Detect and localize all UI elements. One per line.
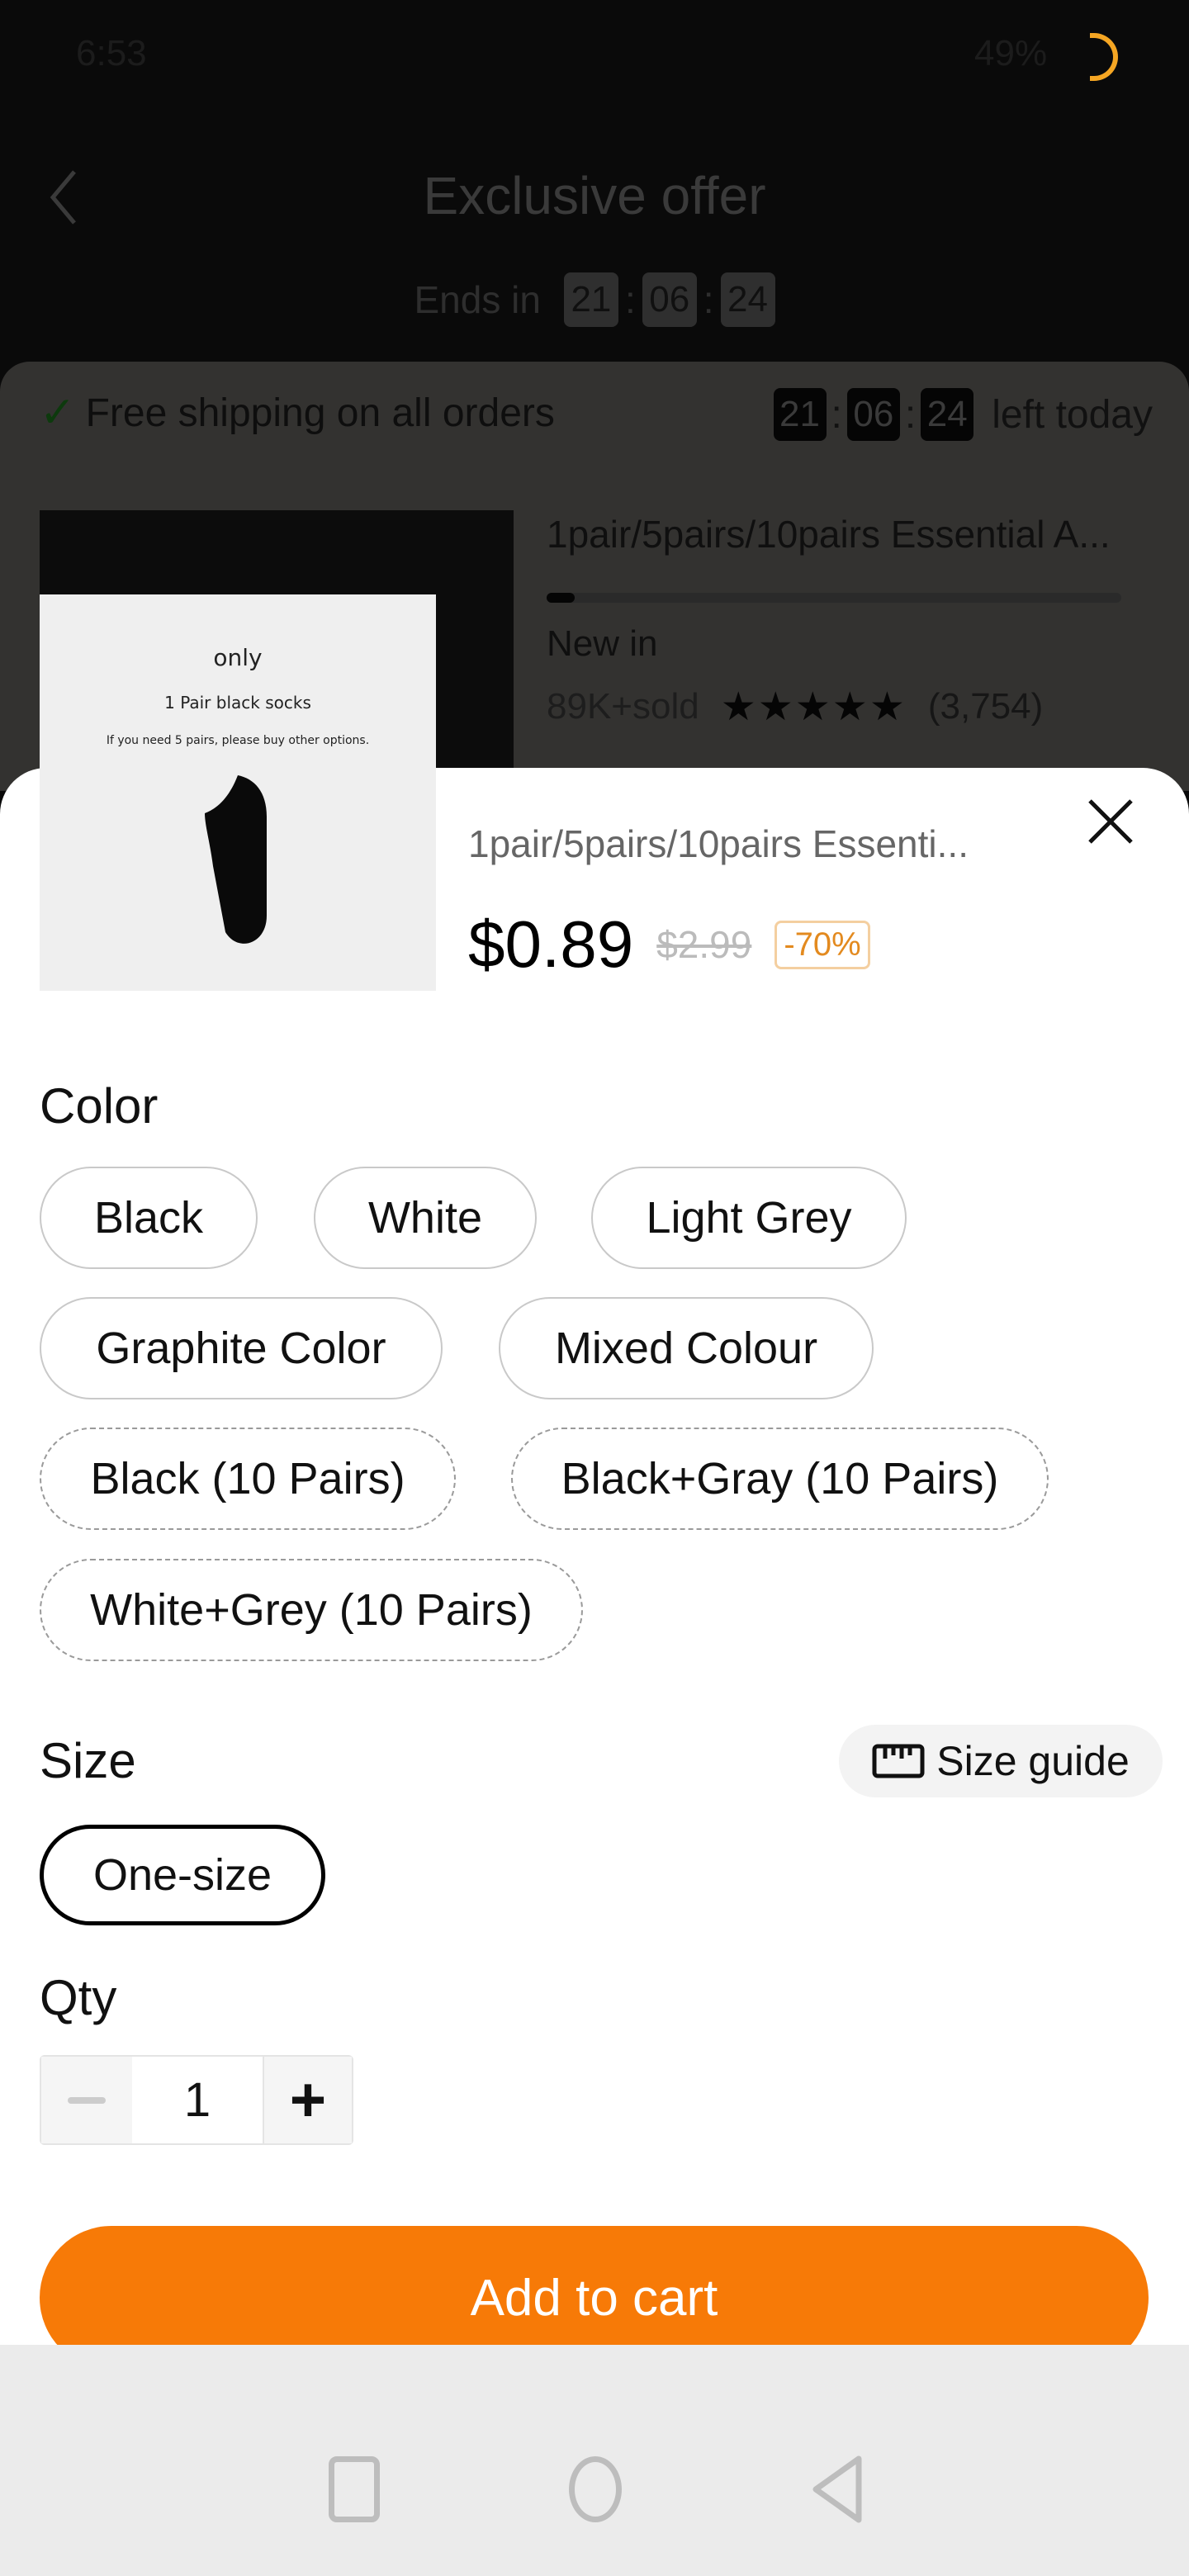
ruler-icon <box>872 1744 925 1778</box>
decrease-qty-button[interactable] <box>41 2057 132 2143</box>
timer-hours: 21 <box>773 388 827 441</box>
color-label: Color <box>40 1078 159 1134</box>
timer-seconds: 24 <box>921 388 974 441</box>
daily-countdown: 21: 06: 24 left today <box>773 388 1153 441</box>
ends-in-label: Ends in <box>414 278 541 321</box>
system-nav-bar <box>0 2345 1189 2576</box>
size-guide-button[interactable]: Size guide <box>839 1725 1163 1797</box>
home-icon[interactable] <box>569 2456 622 2522</box>
timer-seconds: 24 <box>720 272 775 327</box>
product-image: only 1 Pair black socks If you need 5 pa… <box>40 594 436 991</box>
image-text: 1 Pair black socks <box>164 693 311 713</box>
plus-icon: + <box>289 2065 327 2135</box>
discount-badge: -70% <box>775 920 870 969</box>
color-option-light-grey[interactable]: Light Grey <box>591 1167 907 1269</box>
current-price: $0.89 <box>468 907 634 981</box>
battery-percent: 49% <box>974 33 1048 73</box>
free-shipping-banner: ✓ Free shipping on all orders <box>40 388 555 438</box>
new-in-tag: New in <box>547 623 658 664</box>
minus-icon <box>68 2096 106 2104</box>
recents-icon[interactable] <box>329 2456 380 2522</box>
background-product-title: 1pair/5pairs/10pairs Essential A... <box>547 513 1111 556</box>
offer-countdown: Ends in 21: 06: 24 <box>0 272 1189 327</box>
color-option-white-grey-10-pairs[interactable]: White+Grey (10 Pairs) <box>40 1559 583 1661</box>
color-option-black[interactable]: Black <box>40 1167 258 1269</box>
size-option-one-size[interactable]: One-size <box>40 1825 325 1925</box>
battery-icon <box>1090 33 1118 81</box>
quantity-stepper: 1 + <box>40 2055 353 2145</box>
review-count: (3,754) <box>927 686 1044 727</box>
color-option-black-gray-10-pairs[interactable]: Black+Gray (10 Pairs) <box>511 1428 1049 1530</box>
check-icon: ✓ <box>40 389 76 437</box>
progress-bar <box>547 593 1121 603</box>
color-option-mixed[interactable]: Mixed Colour <box>499 1297 874 1399</box>
size-label: Size <box>40 1733 136 1788</box>
close-icon[interactable] <box>1087 798 1135 845</box>
timer-minutes: 06 <box>642 272 697 327</box>
qty-label: Qty <box>40 1970 117 2025</box>
color-option-graphite[interactable]: Graphite Color <box>40 1297 443 1399</box>
qty-input[interactable]: 1 <box>132 2057 263 2143</box>
left-today-label: left today <box>992 392 1153 437</box>
status-bar: 6:53 49% <box>0 33 1189 91</box>
status-time: 6:53 <box>76 33 147 73</box>
color-option-black-10-pairs[interactable]: Black (10 Pairs) <box>40 1428 456 1530</box>
color-option-white[interactable]: White <box>314 1167 537 1269</box>
star-rating-icon: ★★★★★ <box>720 685 907 729</box>
rating-row: 89K+sold ★★★★★ (3,754) <box>547 684 1043 730</box>
product-title: 1pair/5pairs/10pairs Essenti... <box>468 822 969 865</box>
back-icon[interactable] <box>809 2452 867 2526</box>
timer-minutes: 06 <box>846 388 900 441</box>
image-text: only <box>213 644 263 671</box>
free-shipping-text: Free shipping on all orders <box>85 391 555 435</box>
size-guide-label: Size guide <box>936 1738 1130 1784</box>
price-row: $0.89 $2.99 -70% <box>468 907 870 983</box>
timer-hours: 21 <box>563 272 618 327</box>
original-price: $2.99 <box>656 923 752 966</box>
page-title: Exclusive offer <box>423 166 766 225</box>
image-text: If you need 5 pairs, please buy other op… <box>106 734 370 747</box>
increase-qty-button[interactable]: + <box>263 2057 352 2143</box>
sold-count: 89K+sold <box>547 686 699 727</box>
sock-image <box>205 775 267 944</box>
